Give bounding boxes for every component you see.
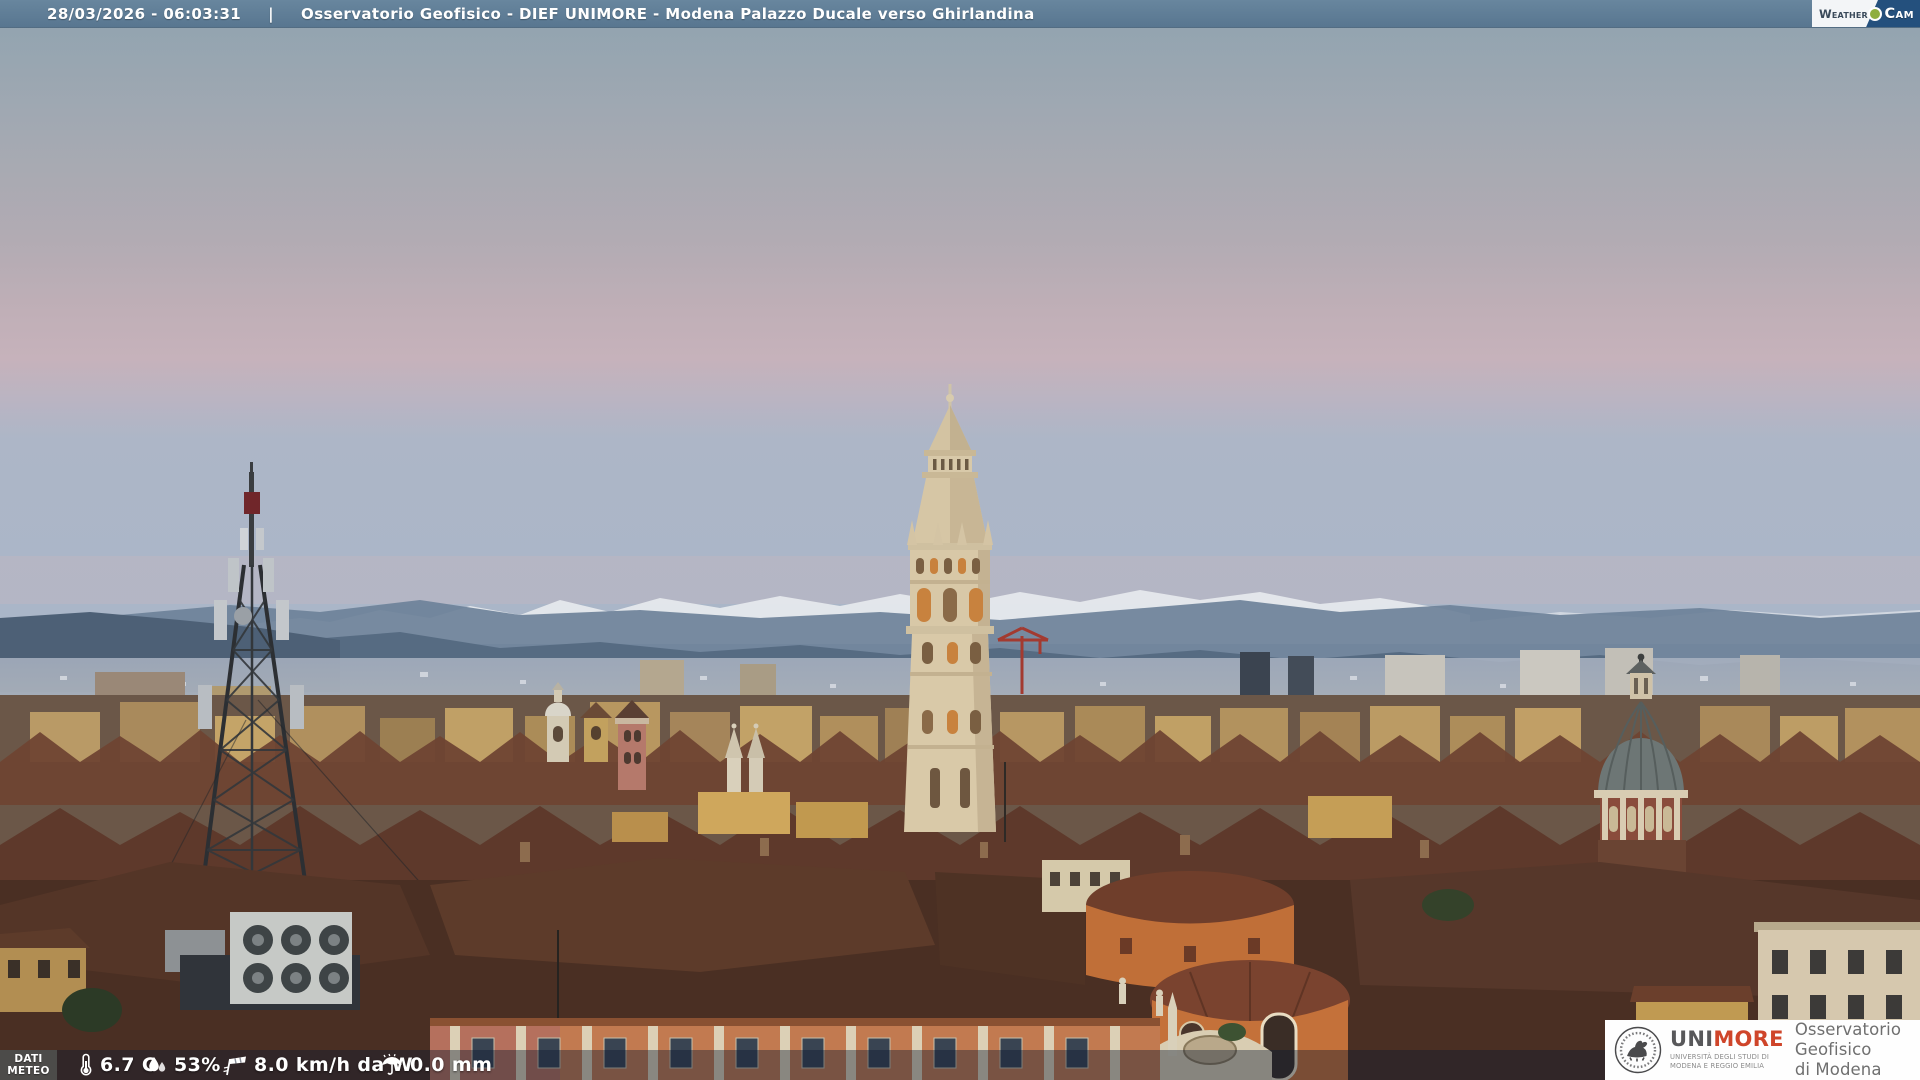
university-subtitle-line1: UNIVERSITÀ DEGLI STUDI DI xyxy=(1670,1053,1770,1062)
dati-meteo-label: DATI METEO xyxy=(0,1050,57,1080)
timestamp: 28/03/2026 - 06:03:31 xyxy=(47,4,242,23)
windsock-icon xyxy=(223,1056,246,1076)
weathercam-logo[interactable]: Weather Cam xyxy=(1812,0,1920,27)
unimore-seal-icon xyxy=(1614,1026,1662,1074)
city-panorama-photo xyxy=(0,0,1920,1080)
camera-title: Osservatorio Geofisico - DIEF UNIMORE - … xyxy=(301,4,1035,23)
umbrella-icon xyxy=(382,1053,402,1075)
webcam-frame: 28/03/2026 - 06:03:31 | Osservatorio Geo… xyxy=(0,0,1920,1080)
unimore-more-text: MORE xyxy=(1713,1027,1784,1052)
weathercam-cam-label: Cam xyxy=(1884,5,1914,22)
university-subtitle-line2: MODENA E REGGIO EMILIA xyxy=(1670,1062,1765,1070)
thermometer-icon xyxy=(80,1053,92,1076)
temperature-reading: 6.7 C xyxy=(78,1050,156,1080)
observatory-name: Osservatorio Geofisico di Modena xyxy=(1794,1020,1902,1079)
unimore-footer-logo[interactable]: UNIMORE UNIVERSITÀ DEGLI STUDI DI MODENA… xyxy=(1605,1020,1920,1080)
unimore-uni-text: UNI xyxy=(1670,1027,1714,1052)
lens-icon xyxy=(1868,6,1882,21)
rain-reading: 0.0 mm xyxy=(380,1050,492,1080)
unimore-wordmark: UNIMORE UNIVERSITÀ DEGLI STUDI DI MODENA… xyxy=(1670,1029,1784,1071)
top-bar: 28/03/2026 - 06:03:31 | Osservatorio Geo… xyxy=(0,0,1920,28)
humidity-reading: 53% xyxy=(146,1050,221,1080)
title-separator: | xyxy=(268,4,275,23)
humidity-drops-icon xyxy=(149,1057,166,1072)
